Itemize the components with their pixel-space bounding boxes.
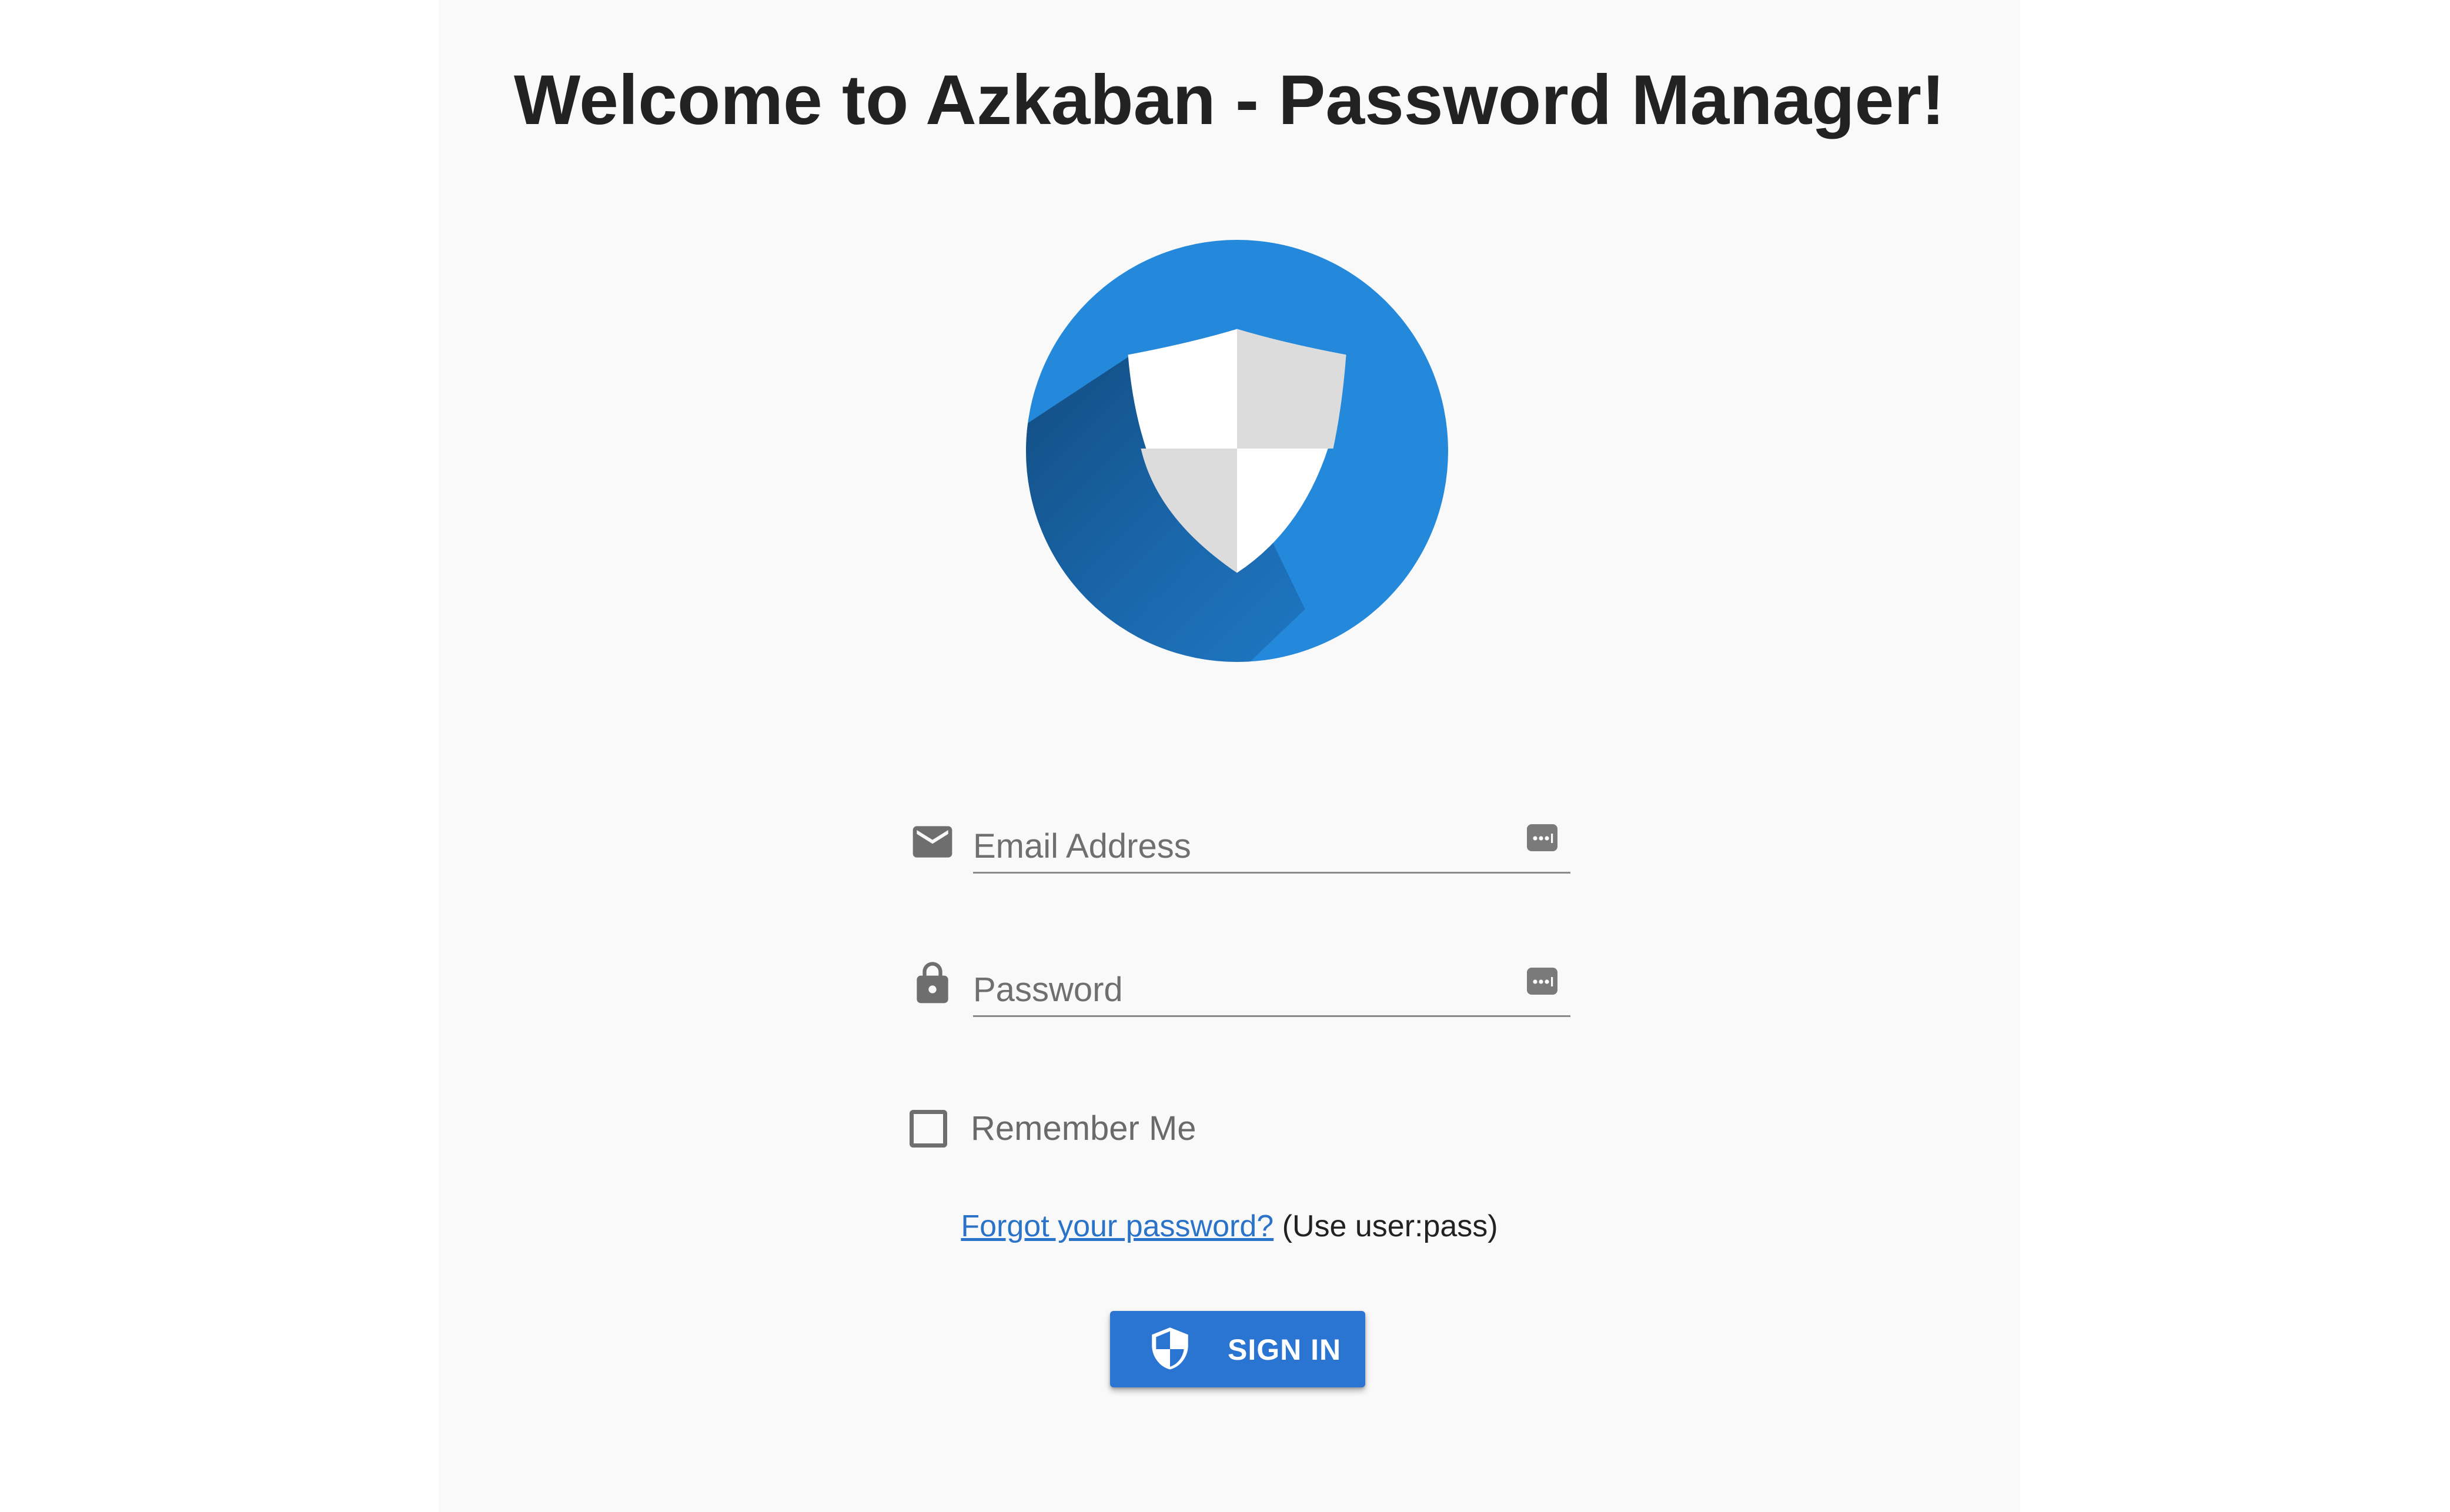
lock-icon: [917, 962, 948, 1003]
sign-in-button[interactable]: SIGN IN: [1110, 1311, 1365, 1387]
email-field: [973, 821, 1570, 874]
password-field: [973, 964, 1570, 1017]
sign-in-label: SIGN IN: [1228, 1333, 1342, 1366]
remember-me-label[interactable]: Remember Me: [971, 1107, 1196, 1150]
forgot-password-link[interactable]: Forgot your password?: [961, 1209, 1274, 1243]
password-manager-icon[interactable]: [1526, 966, 1559, 996]
remember-me-checkbox[interactable]: [910, 1110, 947, 1148]
mail-icon: [913, 826, 952, 858]
forgot-password-row: Forgot your password? (Use user:pass): [439, 1207, 2020, 1246]
credentials-hint: (Use user:pass): [1282, 1209, 1498, 1243]
email-input[interactable]: [973, 821, 1502, 871]
shield-logo-icon: [1026, 240, 1448, 662]
password-input[interactable]: [973, 964, 1502, 1015]
shield-icon: [1152, 1327, 1188, 1370]
password-manager-icon[interactable]: [1526, 823, 1559, 852]
login-panel: Welcome to Azkaban - Password Manager! E…: [439, 0, 2020, 1512]
page-title: Welcome to Azkaban - Password Manager!: [514, 61, 1945, 139]
